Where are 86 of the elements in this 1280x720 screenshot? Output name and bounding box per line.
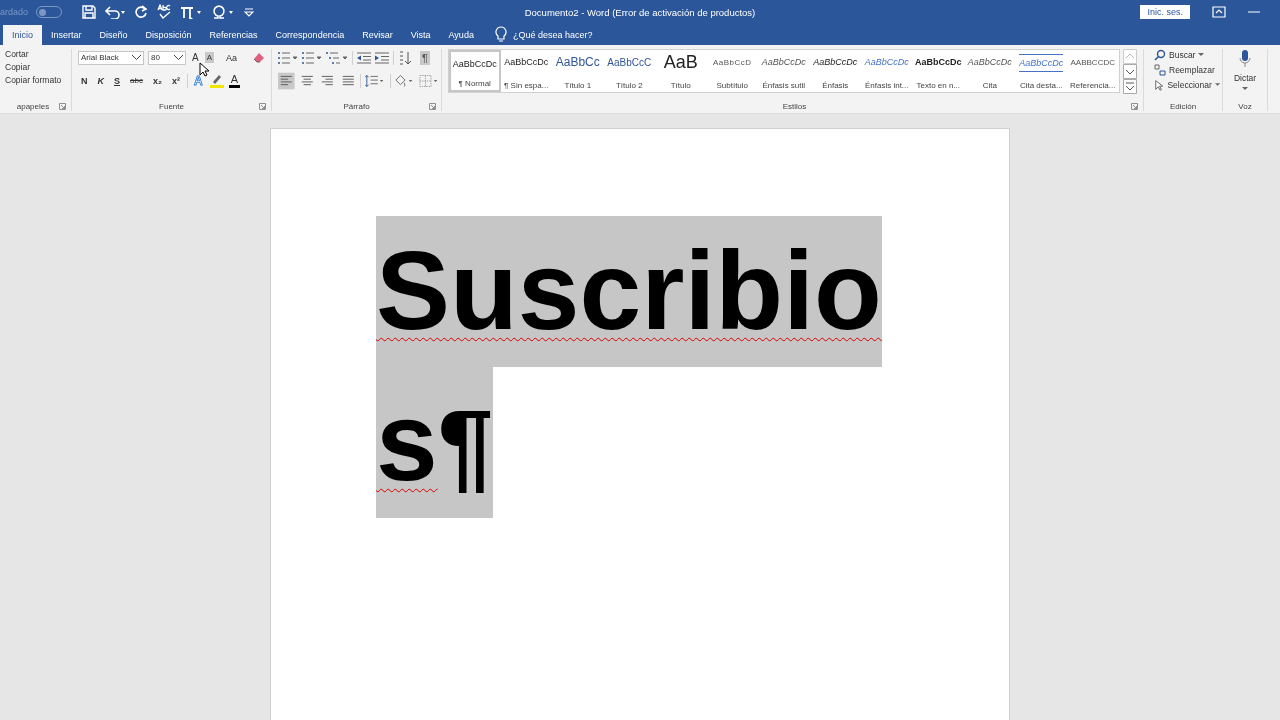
group-label: Voz: [1238, 101, 1252, 111]
highlighter-icon[interactable]: [208, 73, 225, 88]
style-item[interactable]: AaBbCcDc Énfasis: [809, 50, 861, 92]
pointer-icon: [1154, 79, 1165, 91]
font-size-dropdown[interactable]: 80: [148, 50, 186, 65]
ribbon-tab[interactable]: Revisar: [353, 25, 402, 45]
eraser-icon[interactable]: [253, 51, 267, 64]
style-item[interactable]: AaBbCcDc Cita desta...: [1015, 50, 1067, 92]
numbering-icon[interactable]: [302, 51, 322, 64]
format-button[interactable]: x₂: [149, 74, 165, 87]
dialog-launcher-icon[interactable]: [259, 103, 266, 110]
show-marks-button[interactable]: ¶: [420, 50, 430, 65]
customize-icon[interactable]: [244, 7, 255, 17]
group-label: Fuente: [159, 101, 184, 111]
sort-icon[interactable]: [398, 50, 412, 65]
style-item[interactable]: AaBbCcDc Texto en n...: [912, 50, 964, 92]
increase-indent-icon[interactable]: [375, 51, 389, 64]
group-label: Estilos: [782, 101, 807, 111]
format-button[interactable]: x²: [168, 74, 183, 87]
lightbulb-icon: [494, 26, 507, 42]
replace-icon: [1154, 64, 1166, 76]
ribbon-tab[interactable]: Diseño: [90, 25, 137, 45]
chevron-down-icon[interactable]: [132, 55, 141, 60]
autosave-label: ardado: [0, 7, 29, 17]
tell-me-field[interactable]: ¿Qué desea hacer?: [512, 30, 593, 45]
search-icon: [1154, 49, 1166, 61]
undo-icon[interactable]: [104, 5, 127, 19]
dialog-launcher-icon[interactable]: [1131, 103, 1138, 110]
document-text: s¶: [376, 367, 494, 518]
group-label: Párrafo: [343, 101, 370, 111]
style-item[interactable]: AaBbCcDc Énfasis sutil: [758, 50, 810, 92]
grow-font-button[interactable]: A: [190, 51, 201, 64]
shrink-font-button[interactable]: A: [204, 52, 214, 63]
dictate-button[interactable]: Dictar: [1225, 49, 1265, 99]
style-item[interactable]: AABBCCDC Referencia...: [1067, 50, 1119, 92]
format-button[interactable]: abc: [127, 75, 146, 86]
ribbon-tab[interactable]: Correspondencia: [266, 25, 354, 45]
scroll-down-icon[interactable]: [1122, 64, 1137, 79]
editing-button[interactable]: Reemplazar: [1146, 64, 1220, 76]
ribbon-display-icon[interactable]: [1212, 6, 1226, 18]
format-button[interactable]: K: [94, 74, 107, 87]
font-color-button[interactable]: A: [228, 73, 240, 88]
group-label: Edición: [1169, 101, 1197, 111]
chevron-down-icon[interactable]: [174, 55, 183, 60]
ribbon-tab[interactable]: Referencias: [200, 25, 267, 45]
bullets-icon[interactable]: [278, 51, 298, 64]
shading-icon[interactable]: [394, 73, 415, 88]
clipboard-button[interactable]: Copiar: [0, 62, 69, 72]
editing-button[interactable]: Buscar: [1146, 49, 1220, 61]
font-name-dropdown[interactable]: Arial Black: [78, 50, 144, 65]
style-item[interactable]: AaB Título: [655, 50, 707, 92]
change-case-button[interactable]: Aa: [224, 51, 240, 64]
multilevel-list-icon[interactable]: [326, 51, 348, 64]
style-item[interactable]: AaBbCcDc ¶ Sin espa...: [500, 50, 552, 92]
dialog-launcher-icon[interactable]: [59, 103, 66, 110]
save-icon[interactable]: [82, 5, 97, 19]
clipboard-button[interactable]: Cortar: [0, 49, 69, 59]
redo-icon[interactable]: [134, 5, 149, 19]
style-item[interactable]: AaBbCcDc ¶ Normal: [449, 50, 501, 92]
caret-icon: [1242, 87, 1248, 91]
document-text: Suscribio: [376, 216, 882, 367]
ribbon-tab[interactable]: Ayuda: [439, 25, 483, 45]
clipboard-button[interactable]: Copiar formato: [0, 75, 69, 85]
style-item[interactable]: AaBbCcD Subtítulo: [706, 50, 758, 92]
dialog-launcher-icon[interactable]: [429, 103, 436, 110]
sign-in-button[interactable]: Inic. ses.: [1140, 5, 1190, 19]
mouse-cursor-icon: [199, 62, 209, 77]
format-button[interactable]: N: [78, 74, 91, 87]
spelling-check-icon[interactable]: [156, 4, 173, 20]
decrease-indent-icon[interactable]: [357, 51, 371, 64]
align-icon[interactable]: [278, 71, 295, 90]
ribbon-tab[interactable]: Insertar: [42, 25, 91, 45]
ribbon-tab[interactable]: Inicio: [3, 25, 42, 45]
style-item[interactable]: AaBbCcDc Cita: [964, 50, 1016, 92]
more-styles-icon[interactable]: [1122, 79, 1137, 94]
style-item[interactable]: AaBbCcDc Énfasis int...: [861, 50, 913, 92]
ribbon-tab[interactable]: Vista: [401, 25, 440, 45]
style-item[interactable]: AaBbCcC Título 2: [603, 50, 655, 92]
window-title: Documento2 - Word (Error de activación de productos): [524, 6, 756, 18]
group-label: apapeles: [16, 101, 50, 111]
editing-button[interactable]: Seleccionar: [1146, 79, 1220, 91]
ribbon-tab[interactable]: Disposición: [136, 25, 201, 45]
format-button[interactable]: S: [111, 74, 123, 87]
line-spacing-icon[interactable]: [365, 73, 386, 88]
style-item[interactable]: AaBbCc Título 1: [552, 50, 604, 92]
microphone-icon: [1239, 49, 1251, 69]
